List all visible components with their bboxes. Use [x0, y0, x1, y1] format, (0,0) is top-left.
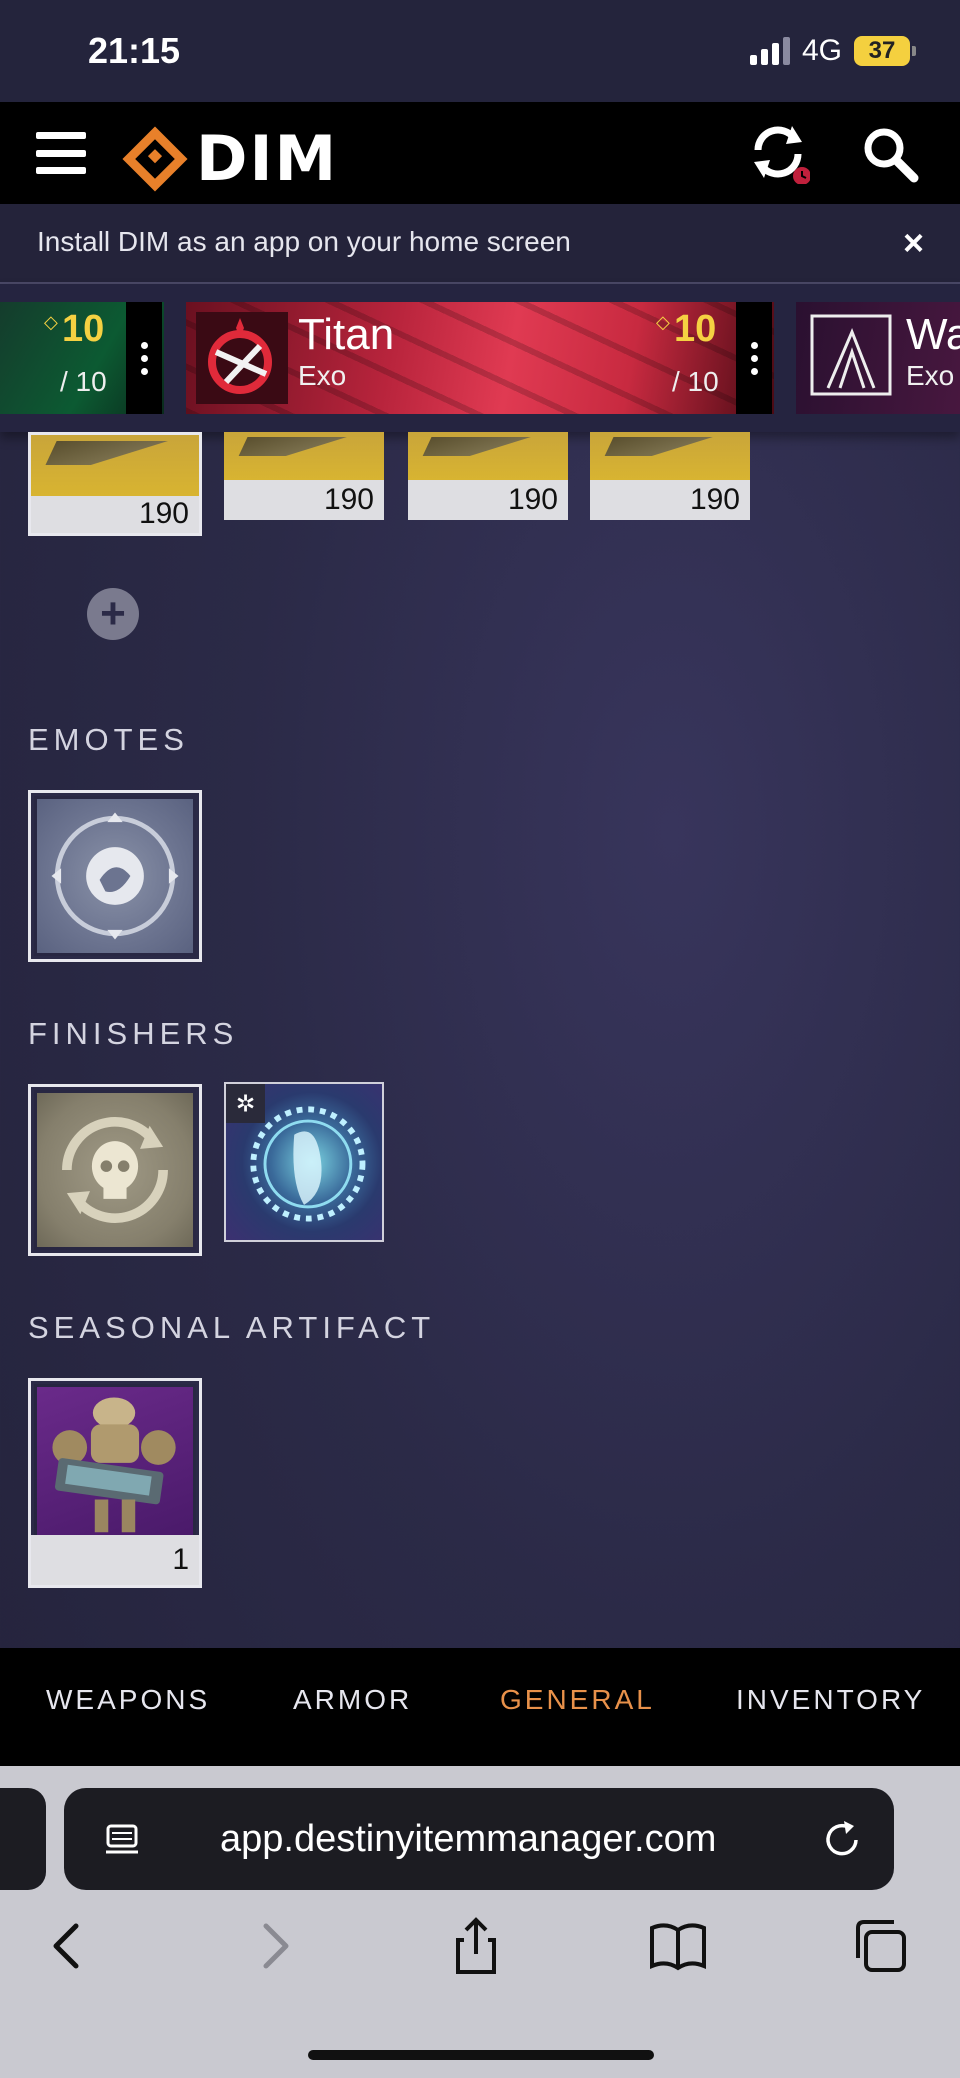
character-power: 10 [62, 308, 105, 350]
item-power: 190 [31, 495, 199, 533]
character-power: 10 [674, 308, 717, 350]
emote-icon [37, 799, 193, 953]
search-icon[interactable] [860, 124, 920, 184]
inventory-item[interactable]: 190 [224, 432, 384, 520]
section-title-finishers: FINISHERS [28, 1016, 239, 1051]
character-power-max: / 10 [672, 366, 719, 397]
skull-icon [37, 1093, 193, 1247]
svg-text:✲: ✲ [236, 1090, 256, 1116]
previous-tab-pill[interactable] [0, 1788, 46, 1890]
artifact-icon [37, 1387, 193, 1535]
bookmarks-icon[interactable] [646, 1914, 710, 1978]
titan-emblem-icon [196, 312, 288, 404]
bottom-tab-bar: WEAPONS ARMOR GENERAL INVENTORY [0, 1648, 960, 1766]
status-indicators: 4G 37 [749, 34, 916, 68]
section-title-seasonal-artifact: SEASONAL ARTIFACT [28, 1310, 436, 1345]
item-power: 190 [408, 480, 568, 520]
tabs-icon[interactable] [848, 1914, 912, 1978]
app-name: DIM [196, 122, 339, 195]
section-title-emotes: EMOTES [28, 722, 189, 757]
install-banner: Install DIM as an app on your home scree… [0, 204, 960, 284]
menu-icon[interactable] [36, 132, 86, 174]
finisher-item[interactable]: ✲ [224, 1082, 384, 1242]
item-icon [224, 432, 384, 481]
item-icon [590, 432, 750, 481]
install-banner-text: Install DIM as an app on your home scree… [37, 226, 571, 257]
address-bar[interactable]: app.destinyitemmanager.com [64, 1788, 894, 1890]
character-strip: ◇ 10 / 10 Titan Exo ◇ 10 / 10 Wa Exo [0, 284, 960, 432]
artifact-item[interactable]: 1 [28, 1378, 202, 1588]
add-loadout-button[interactable]: + [87, 588, 139, 640]
status-bar: 21:15 4G 37 [0, 0, 960, 102]
url-text: app.destinyitemmanager.com [220, 1818, 717, 1860]
character-tile-titan[interactable]: Titan Exo ◇ 10 / 10 [186, 302, 774, 414]
tab-inventory[interactable]: INVENTORY [736, 1684, 925, 1716]
emote-item[interactable] [28, 790, 202, 962]
network-type: 4G [801, 34, 842, 67]
power-diamond-icon: ◇ [656, 312, 670, 332]
item-power: 190 [590, 480, 750, 520]
item-power: 190 [224, 480, 384, 520]
signal-icon [749, 37, 790, 65]
refresh-icon[interactable] [746, 120, 810, 184]
character-menu-button[interactable] [126, 302, 162, 414]
character-power-max: / 10 [60, 366, 107, 397]
character-menu-button[interactable] [736, 302, 772, 414]
finisher-item[interactable] [28, 1084, 202, 1256]
forward-icon[interactable] [242, 1914, 306, 1978]
inventory-item[interactable]: 190 [590, 432, 750, 520]
dim-logo-icon [122, 125, 188, 192]
status-time: 21:15 [88, 30, 181, 71]
back-icon[interactable] [36, 1914, 100, 1978]
character-race: Exo [298, 360, 347, 391]
item-icon [408, 432, 568, 481]
character-tile-warlock[interactable]: Wa Exo [796, 302, 960, 414]
inventory-item[interactable]: 190 [28, 432, 202, 536]
artifact-count: 1 [31, 1535, 199, 1585]
warlock-emblem-icon [810, 314, 892, 396]
close-icon[interactable]: × [903, 222, 924, 264]
home-indicator [308, 2050, 654, 2060]
dim-logo[interactable]: DIM [122, 122, 339, 195]
page-menu-icon[interactable] [102, 1820, 142, 1860]
app-header: DIM [0, 102, 960, 204]
reload-icon[interactable] [820, 1818, 864, 1862]
tab-general[interactable]: GENERAL [500, 1684, 655, 1716]
spectral-finisher-icon: ✲ [226, 1084, 382, 1240]
battery-icon: 37 [854, 36, 916, 66]
character-class: Titan [298, 310, 395, 359]
character-race: Exo [906, 360, 955, 391]
inventory-item[interactable]: 190 [408, 432, 568, 520]
tab-armor[interactable]: ARMOR [293, 1684, 412, 1716]
character-class: Wa [906, 310, 960, 359]
tab-weapons[interactable]: WEAPONS [46, 1684, 210, 1716]
power-diamond-icon: ◇ [44, 312, 58, 332]
share-icon[interactable] [444, 1914, 508, 1978]
item-icon [31, 435, 199, 496]
browser-toolbar: app.destinyitemmanager.com [0, 1766, 960, 2078]
